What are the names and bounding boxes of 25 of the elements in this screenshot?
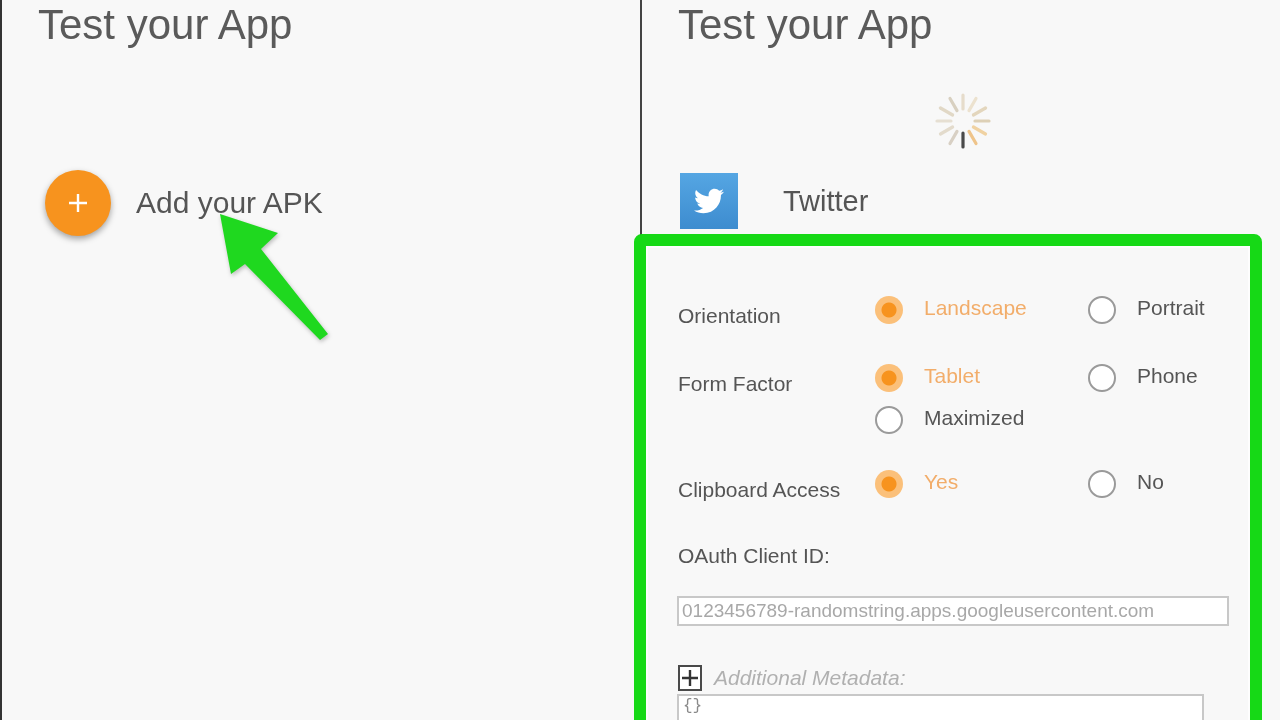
radio-icon[interactable] <box>1088 364 1116 392</box>
client-id-field[interactable]: 0123456789-randomstring.apps.googleusercontent.com <box>677 596 1229 626</box>
metadata-label: Additional Metadata: <box>714 665 906 691</box>
add-button[interactable] <box>45 170 111 236</box>
radio-option[interactable]: Maximized <box>875 405 1025 435</box>
radio-icon[interactable] <box>875 406 903 434</box>
radio-icon[interactable] <box>875 364 903 392</box>
radio-option[interactable]: Portrait <box>1088 295 1205 325</box>
panel-title: Test your App <box>677 0 934 50</box>
radio-option[interactable]: Phone <box>1088 363 1198 393</box>
bird-icon[interactable] <box>680 173 738 229</box>
setting-label: Orientation <box>678 303 782 329</box>
radio-option[interactable]: No <box>1088 469 1164 499</box>
radio-icon[interactable] <box>875 470 903 498</box>
radio-icon[interactable] <box>1088 470 1116 498</box>
panel-title: Test your App <box>37 0 294 50</box>
oauth-client-id-label: OAuth Client ID: <box>678 543 830 569</box>
radio-icon[interactable] <box>1088 296 1116 324</box>
add-apk-label[interactable]: Add your APK <box>136 185 323 221</box>
setting-label: Form Factor <box>678 371 794 397</box>
app-name[interactable]: Twitter <box>783 184 869 218</box>
plus-box-icon[interactable] <box>678 665 702 691</box>
plus-icon <box>68 193 88 213</box>
radio-icon[interactable] <box>875 296 903 324</box>
setting-label: Clipboard Access <box>678 477 842 503</box>
